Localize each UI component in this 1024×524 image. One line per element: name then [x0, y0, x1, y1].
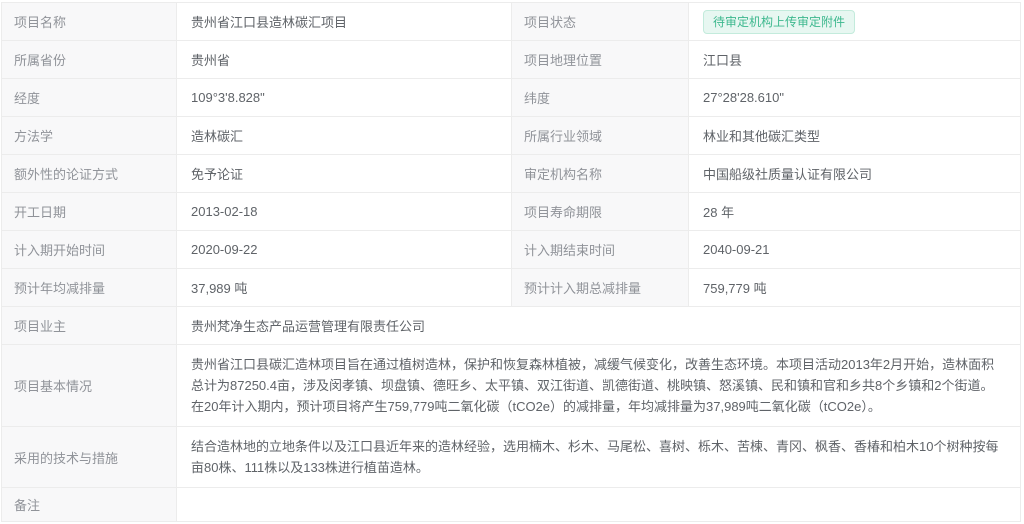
field-value-province: 贵州省 — [177, 41, 512, 78]
field-label-longitude: 经度 — [2, 79, 177, 116]
field-label-crediting-end: 计入期结束时间 — [512, 231, 689, 268]
field-value-latitude: 27°28'28.610" — [689, 79, 1020, 116]
status-badge: 待审定机构上传审定附件 — [703, 10, 855, 34]
field-label-auditor-name: 审定机构名称 — [512, 155, 689, 192]
field-label-methodology: 方法学 — [2, 117, 177, 154]
table-row-project-overview: 项目基本情况 贵州省江口县碳汇造林项目旨在通过植树造林，保护和恢复森林植被，减缓… — [2, 345, 1020, 427]
field-label-crediting-start: 计入期开始时间 — [2, 231, 177, 268]
table-row-emission-reductions: 预计年均减排量 37,989 吨 预计计入期总减排量 759,779 吨 — [2, 269, 1020, 307]
field-value-total-reduction: 759,779 吨 — [689, 269, 1020, 306]
field-value-project-status: 待审定机构上传审定附件 — [689, 3, 1020, 40]
field-label-province: 所属省份 — [2, 41, 177, 78]
field-label-project-overview: 项目基本情况 — [2, 345, 177, 426]
field-label-lifespan: 项目寿命期限 — [512, 193, 689, 230]
table-row-province-location: 所属省份 贵州省 项目地理位置 江口县 — [2, 41, 1020, 79]
field-value-project-name: 贵州省江口县造林碳汇项目 — [177, 3, 512, 40]
field-label-additionality: 额外性的论证方式 — [2, 155, 177, 192]
field-value-start-date: 2013-02-18 — [177, 193, 512, 230]
field-label-latitude: 纬度 — [512, 79, 689, 116]
table-row-project-name-status: 项目名称 贵州省江口县造林碳汇项目 项目状态 待审定机构上传审定附件 — [2, 3, 1020, 41]
field-label-remarks: 备注 — [2, 488, 177, 521]
field-label-project-owner: 项目业主 — [2, 307, 177, 344]
field-label-project-status: 项目状态 — [512, 3, 689, 40]
field-value-geo-location: 江口县 — [689, 41, 1020, 78]
field-value-project-owner: 贵州梵净生态产品运营管理有限责任公司 — [177, 307, 1020, 344]
field-value-crediting-end: 2040-09-21 — [689, 231, 1020, 268]
field-value-remarks — [177, 488, 1020, 521]
table-row-additionality-auditor: 额外性的论证方式 免予论证 审定机构名称 中国船级社质量认证有限公司 — [2, 155, 1020, 193]
field-label-technology-measures: 采用的技术与措施 — [2, 427, 177, 487]
field-value-methodology: 造林碳汇 — [177, 117, 512, 154]
table-row-longitude-latitude: 经度 109°3'8.828" 纬度 27°28'28.610" — [2, 79, 1020, 117]
table-row-methodology-industry: 方法学 造林碳汇 所属行业领域 林业和其他碳汇类型 — [2, 117, 1020, 155]
field-value-industry: 林业和其他碳汇类型 — [689, 117, 1020, 154]
field-value-technology-measures: 结合造林地的立地条件以及江口县近年来的造林经验，选用楠木、杉木、马尾松、喜树、栎… — [177, 427, 1020, 487]
field-label-total-reduction: 预计计入期总减排量 — [512, 269, 689, 306]
field-value-project-overview: 贵州省江口县碳汇造林项目旨在通过植树造林，保护和恢复森林植被，减缓气候变化，改善… — [177, 345, 1020, 426]
table-row-crediting-period: 计入期开始时间 2020-09-22 计入期结束时间 2040-09-21 — [2, 231, 1020, 269]
field-label-geo-location: 项目地理位置 — [512, 41, 689, 78]
field-label-industry: 所属行业领域 — [512, 117, 689, 154]
table-row-startdate-lifespan: 开工日期 2013-02-18 项目寿命期限 28 年 — [2, 193, 1020, 231]
project-detail-table: 项目名称 贵州省江口县造林碳汇项目 项目状态 待审定机构上传审定附件 所属省份 … — [1, 2, 1021, 522]
table-row-project-owner: 项目业主 贵州梵净生态产品运营管理有限责任公司 — [2, 307, 1020, 345]
table-row-remarks: 备注 — [2, 488, 1020, 522]
field-label-project-name: 项目名称 — [2, 3, 177, 40]
field-value-additionality: 免予论证 — [177, 155, 512, 192]
field-value-lifespan: 28 年 — [689, 193, 1020, 230]
field-value-auditor-name: 中国船级社质量认证有限公司 — [689, 155, 1020, 192]
field-value-annual-reduction: 37,989 吨 — [177, 269, 512, 306]
field-value-longitude: 109°3'8.828" — [177, 79, 512, 116]
field-label-annual-reduction: 预计年均减排量 — [2, 269, 177, 306]
field-label-start-date: 开工日期 — [2, 193, 177, 230]
table-row-technology-measures: 采用的技术与措施 结合造林地的立地条件以及江口县近年来的造林经验，选用楠木、杉木… — [2, 427, 1020, 488]
field-value-crediting-start: 2020-09-22 — [177, 231, 512, 268]
